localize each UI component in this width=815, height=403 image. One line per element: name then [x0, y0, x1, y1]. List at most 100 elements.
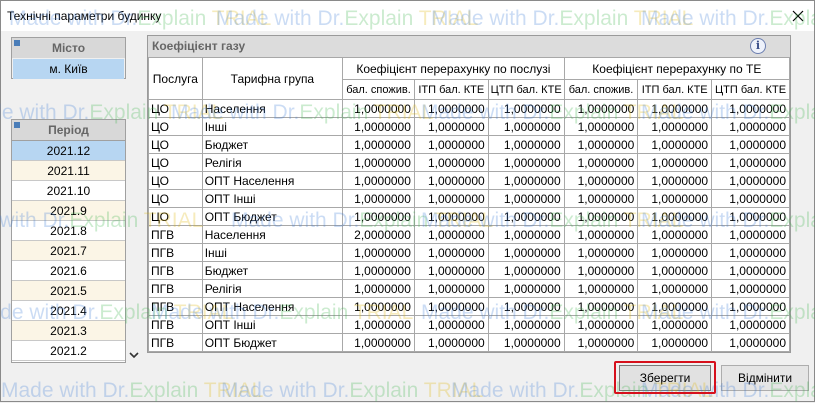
- cell-coefficient[interactable]: 1,0000000: [637, 243, 713, 262]
- cell-coefficient[interactable]: 1,0000000: [711, 135, 790, 154]
- cell-coefficient[interactable]: 1,0000000: [413, 207, 489, 226]
- cell-coefficient[interactable]: 1,0000000: [413, 315, 489, 334]
- cell-coefficient[interactable]: 1,0000000: [563, 207, 639, 226]
- cell-coefficient[interactable]: 1,0000000: [342, 297, 415, 316]
- cell-coefficient[interactable]: 1,0000000: [711, 171, 790, 190]
- table-row[interactable]: ПГВ Релігія 1,0000000 1,0000000 1,0000000 1,0…: [148, 279, 790, 298]
- cell-tariff[interactable]: ОПТ Бюджет: [201, 207, 344, 226]
- cell-coefficient[interactable]: 1,0000000: [637, 153, 713, 172]
- cell-coefficient[interactable]: 1,0000000: [342, 117, 415, 136]
- cell-coefficient[interactable]: 1,0000000: [637, 279, 713, 298]
- cell-coefficient[interactable]: 1,0000000: [487, 207, 565, 226]
- column-subheader[interactable]: ІТП бал. КТЕ: [637, 79, 713, 100]
- cell-coefficient[interactable]: 1,0000000: [637, 189, 713, 208]
- period-scroll-down[interactable]: [128, 349, 140, 361]
- cell-coefficient[interactable]: 1,0000000: [342, 243, 415, 262]
- cell-coefficient[interactable]: 1,0000000: [711, 99, 790, 118]
- cell-coefficient[interactable]: 1,0000000: [342, 135, 415, 154]
- period-item[interactable]: 2021.8: [12, 221, 125, 241]
- cell-tariff[interactable]: Інші: [201, 117, 344, 136]
- cell-coefficient[interactable]: 1,0000000: [413, 297, 489, 316]
- cell-coefficient[interactable]: 1,0000000: [637, 135, 713, 154]
- cell-coefficient[interactable]: 1,0000000: [637, 225, 713, 244]
- cell-coefficient[interactable]: 1,0000000: [413, 153, 489, 172]
- period-item[interactable]: 2021.2: [12, 341, 125, 361]
- cell-service[interactable]: ПГВ: [148, 261, 203, 280]
- cell-coefficient[interactable]: 1,0000000: [413, 279, 489, 298]
- cell-coefficient[interactable]: 1,0000000: [563, 117, 639, 136]
- cell-coefficient[interactable]: 1,0000000: [563, 243, 639, 262]
- column-subheader[interactable]: бал. спожив.: [342, 79, 415, 100]
- cell-coefficient[interactable]: 1,0000000: [487, 279, 565, 298]
- close-button[interactable]: [786, 4, 810, 28]
- period-item[interactable]: 2021.12: [12, 141, 125, 161]
- cell-service[interactable]: ЦО: [148, 135, 203, 154]
- cell-coefficient[interactable]: 1,0000000: [563, 333, 639, 352]
- cell-tariff[interactable]: Релігія: [201, 153, 344, 172]
- cell-coefficient[interactable]: 1,0000000: [413, 243, 489, 262]
- cell-coefficient[interactable]: 1,0000000: [487, 117, 565, 136]
- cell-coefficient[interactable]: 1,0000000: [413, 135, 489, 154]
- cell-coefficient[interactable]: 2,0000000: [342, 225, 415, 244]
- cell-coefficient[interactable]: 1,0000000: [342, 279, 415, 298]
- table-row[interactable]: ЦО ОПТ Інші 1,0000000 1,0000000 1,0000000 1,0…: [148, 189, 790, 208]
- cell-coefficient[interactable]: 1,0000000: [413, 171, 489, 190]
- period-item[interactable]: 2021.9: [12, 201, 125, 221]
- cell-coefficient[interactable]: 1,0000000: [637, 99, 713, 118]
- cell-tariff[interactable]: ОПТ Інші: [201, 189, 344, 208]
- cell-coefficient[interactable]: 1,0000000: [413, 333, 489, 352]
- cell-coefficient[interactable]: 1,0000000: [637, 171, 713, 190]
- table-row[interactable]: ЦО ОПТ Бюджет 1,0000000 1,0000000 1,0000000 1…: [148, 207, 790, 226]
- cell-tariff[interactable]: ОПТ Бюджет: [201, 333, 344, 352]
- cell-coefficient[interactable]: 1,0000000: [637, 315, 713, 334]
- cell-coefficient[interactable]: 1,0000000: [413, 99, 489, 118]
- period-item[interactable]: 2021.7: [12, 241, 125, 261]
- cell-coefficient[interactable]: 1,0000000: [413, 225, 489, 244]
- cell-coefficient[interactable]: 1,0000000: [711, 189, 790, 208]
- table-row[interactable]: ЦО Інші 1,0000000 1,0000000 1,0000000 1,00000…: [148, 117, 790, 136]
- cell-coefficient[interactable]: 1,0000000: [342, 207, 415, 226]
- table-row[interactable]: ЦО Населення 1,0000000 1,0000000 1,0000000 1,…: [148, 99, 790, 118]
- cell-coefficient[interactable]: 1,0000000: [711, 315, 790, 334]
- cell-coefficient[interactable]: 1,0000000: [487, 189, 565, 208]
- cell-coefficient[interactable]: 1,0000000: [637, 297, 713, 316]
- period-item[interactable]: 2021.6: [12, 261, 125, 281]
- cell-coefficient[interactable]: 1,0000000: [487, 261, 565, 280]
- cell-service[interactable]: ПГВ: [148, 243, 203, 262]
- cell-coefficient[interactable]: 1,0000000: [487, 243, 565, 262]
- cell-coefficient[interactable]: 1,0000000: [711, 261, 790, 280]
- cell-coefficient[interactable]: 1,0000000: [711, 153, 790, 172]
- table-row[interactable]: ПГВ ОПТ Населення 1,0000000 1,0000000 1,0000…: [148, 297, 790, 316]
- cell-service[interactable]: ЦО: [148, 189, 203, 208]
- cell-tariff[interactable]: Бюджет: [201, 261, 344, 280]
- cell-coefficient[interactable]: 1,0000000: [711, 207, 790, 226]
- cell-service[interactable]: ЦО: [148, 117, 203, 136]
- cell-coefficient[interactable]: 1,0000000: [487, 135, 565, 154]
- period-list[interactable]: 2021.12 2021.11 2021.10 2021.9 2021.8 2021.7 2…: [11, 141, 126, 363]
- cell-coefficient[interactable]: 1,0000000: [711, 333, 790, 352]
- cell-tariff[interactable]: Інші: [201, 243, 344, 262]
- table-row[interactable]: ЦО ОПТ Населення 1,0000000 1,0000000 1,00000…: [148, 171, 790, 190]
- cell-coefficient[interactable]: 1,0000000: [563, 171, 639, 190]
- table-row[interactable]: ПГВ Бюджет 1,0000000 1,0000000 1,0000000 1,00…: [148, 261, 790, 280]
- cell-coefficient[interactable]: 1,0000000: [342, 261, 415, 280]
- cell-coefficient[interactable]: 1,0000000: [563, 261, 639, 280]
- cell-service[interactable]: ЦО: [148, 171, 203, 190]
- cell-tariff[interactable]: Населення: [201, 99, 344, 118]
- table-row[interactable]: ЦО Бюджет 1,0000000 1,0000000 1,0000000 1,000…: [148, 135, 790, 154]
- cell-coefficient[interactable]: 1,0000000: [487, 153, 565, 172]
- cell-coefficient[interactable]: 1,0000000: [487, 333, 565, 352]
- period-item[interactable]: 2021.3: [12, 321, 125, 341]
- table-row[interactable]: ПГВ ОПТ Бюджет 1,0000000 1,0000000 1,0000000…: [148, 333, 790, 352]
- cell-tariff[interactable]: ОПТ Інші: [201, 315, 344, 334]
- cell-coefficient[interactable]: 1,0000000: [563, 297, 639, 316]
- cell-service[interactable]: ПГВ: [148, 333, 203, 352]
- period-item[interactable]: 2021.4: [12, 301, 125, 321]
- cell-coefficient[interactable]: 1,0000000: [487, 171, 565, 190]
- cell-coefficient[interactable]: 1,0000000: [487, 315, 565, 334]
- cell-coefficient[interactable]: 1,0000000: [342, 189, 415, 208]
- table-row[interactable]: ПГВ ОПТ Інші 1,0000000 1,0000000 1,0000000 1,…: [148, 315, 790, 334]
- cell-tariff[interactable]: Релігія: [201, 279, 344, 298]
- cell-coefficient[interactable]: 1,0000000: [637, 261, 713, 280]
- cell-coefficient[interactable]: 1,0000000: [413, 117, 489, 136]
